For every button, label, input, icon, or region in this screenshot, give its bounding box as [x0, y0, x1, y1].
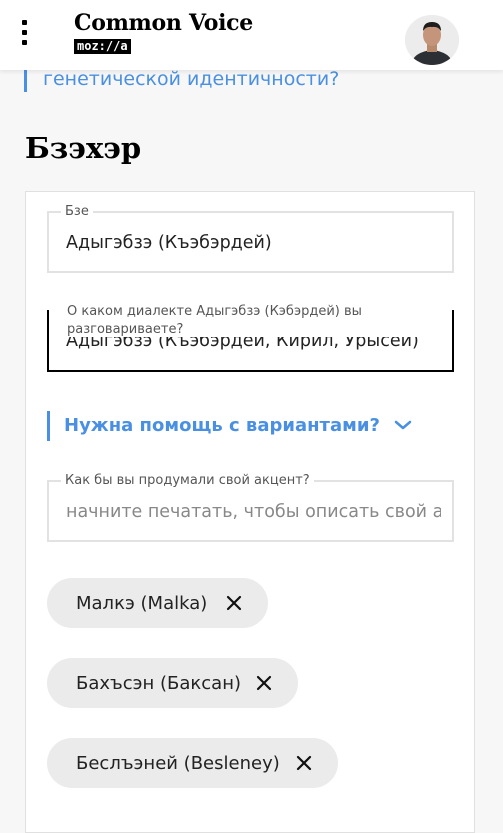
close-icon[interactable] — [254, 671, 274, 695]
dialect-field-label: О каком диалекте Адыгэбзэ (Кэбэрдей) вы … — [63, 303, 401, 339]
accent-field-label: Как бы вы продумали свой акцент? — [61, 473, 314, 489]
accent-tag: Беслъэней (Besleney) — [47, 738, 338, 788]
close-icon[interactable] — [294, 751, 314, 775]
language-field-label: Бзе — [61, 204, 93, 220]
accent-tag-label: Бахъсэн (Баксан) — [76, 672, 242, 694]
user-avatar[interactable] — [405, 15, 459, 65]
mozilla-logo[interactable]: moz://a — [74, 39, 131, 54]
accent-tag-label: Беслъэней (Besleney) — [76, 752, 280, 774]
language-card: Бзе Адыгэбзэ (Къэбэрдей) О каком диалект… — [25, 191, 475, 833]
language-field-value: Адыгэбзэ (Къэбэрдей) — [66, 233, 272, 253]
avatar-icon — [405, 15, 459, 65]
menu-icon[interactable] — [21, 20, 29, 46]
accent-tag: Бахъсэн (Баксан) — [47, 658, 298, 708]
dialect-select[interactable]: О каком диалекте Адыгэбзэ (Кэбэрдей) вы … — [47, 303, 454, 372]
dialect-field-value-wrap: Адыгэбзэ (Къэбэрдей, Кирил, Урысей) — [66, 337, 446, 353]
accent-input-placeholder[interactable]: начните печатать, чтобы описать свой акц… — [66, 502, 441, 522]
accent-input[interactable]: Как бы вы продумали свой акцент? начните… — [47, 473, 454, 542]
accent-tag: Малкэ (Malka) — [47, 578, 268, 628]
brand-title[interactable]: Common Voice — [74, 10, 253, 36]
close-icon[interactable] — [224, 591, 244, 615]
section-title: Бзэхэр — [25, 131, 142, 165]
help-variants-label: Нужна помощь с вариантами? — [64, 415, 380, 436]
language-field[interactable]: Бзе Адыгэбзэ (Къэбэрдей) — [47, 204, 454, 273]
dialect-field-value: Адыгэбзэ (Къэбэрдей, Кирил, Урысей) — [66, 337, 419, 351]
help-variants-link[interactable]: Нужна помощь с вариантами? — [47, 411, 412, 441]
top-header: Common Voice moz://a — [0, 0, 503, 70]
chevron-down-icon — [394, 411, 412, 441]
accent-tag-label: Малкэ (Malka) — [76, 592, 208, 614]
